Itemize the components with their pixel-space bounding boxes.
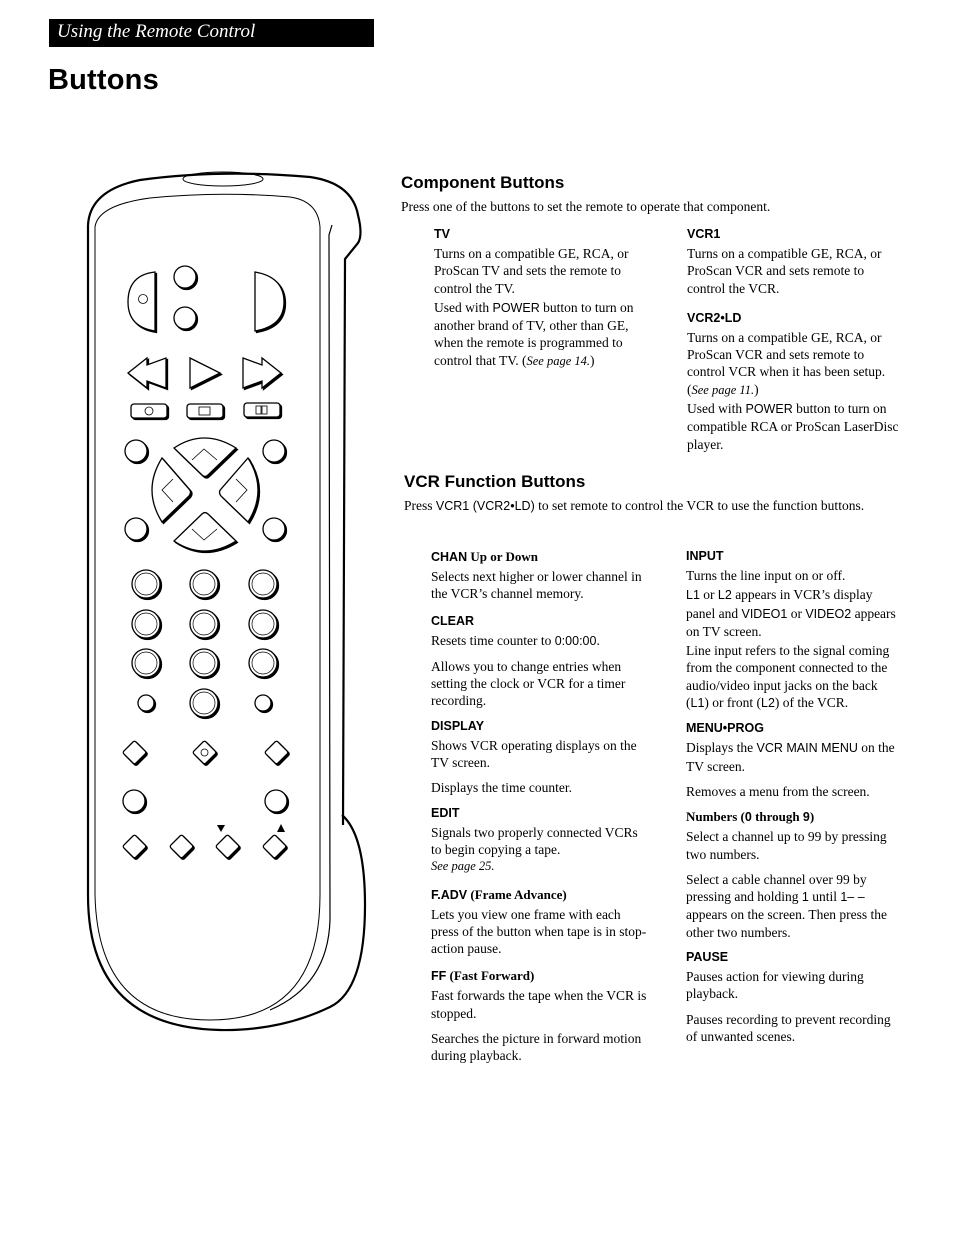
entry-text: Turns on a compatible GE, RCA, or ProSca… — [434, 246, 629, 296]
entry-chan: CHAN Up or Down Selects next higher or l… — [431, 548, 651, 603]
entry-text: Displays the VCR MAIN MENU on the TV scr… — [686, 740, 895, 774]
entry-label: EDIT — [431, 805, 460, 820]
entry-text: Select a cable channel over 99 by pressi… — [686, 871, 888, 940]
entry-label: MENU•PROG — [686, 721, 764, 736]
vcr-right-column: INPUT Turns the line input on or off. L1… — [686, 548, 901, 1053]
entry-text: Removes a menu from the screen. — [686, 783, 870, 799]
entry-edit: EDIT Signals two properly connected VCRs… — [431, 805, 651, 876]
record-icon — [130, 403, 168, 419]
channel-up-icon — [262, 834, 287, 859]
vcr2ld-button-icon — [173, 306, 197, 330]
channel-down-icon — [215, 834, 240, 859]
entry-text: Allows you to change entries when settin… — [431, 658, 626, 709]
entry-label: INPUT — [686, 549, 724, 563]
section-header-bar: Using the Remote Control — [49, 19, 374, 47]
page-title: Buttons — [48, 64, 159, 96]
entry-text: Searches the picture in forward motion d… — [431, 1031, 642, 1064]
power-button-icon — [254, 271, 285, 332]
component-right-column: VCR1 Turns on a compatible GE, RCA, or P… — [687, 226, 902, 461]
entry-text: Shows VCR operating displays on the TV s… — [431, 737, 637, 771]
component-buttons-heading: Component Buttons — [401, 173, 565, 192]
entry-tv: TV Turns on a compatible GE, RCA, or Pro… — [434, 226, 644, 370]
section-header: Using the Remote Control — [57, 21, 256, 42]
rewind-icon — [126, 356, 167, 390]
entry-label: TV — [434, 227, 450, 241]
entry-label: FF (Fast Forward) — [431, 968, 535, 984]
vcr-function-buttons-intro: Press VCR1 (VCR2•LD) to set remote to co… — [404, 498, 865, 513]
entry-label: Numbers (0 through 9) — [686, 809, 815, 825]
play-icon — [189, 356, 222, 390]
entry-label: DISPLAY — [431, 718, 485, 733]
entry-text: Used with POWER button to turn on anothe… — [434, 299, 634, 368]
entry-text: Resets time counter to 0:00:00. — [431, 632, 600, 648]
entry-fadv: F.ADV (Frame Advance) Lets you view one … — [431, 886, 651, 958]
entry-text: Lets you view one frame with each press … — [431, 906, 647, 957]
entry-label: PAUSE — [686, 950, 729, 965]
entry-pause: PAUSE Pauses action for viewing during p… — [686, 949, 901, 1045]
vcr-left-column: CHAN Up or Down Selects next higher or l… — [431, 548, 651, 1073]
entry-vcr1: VCR1 Turns on a compatible GE, RCA, or P… — [687, 226, 902, 297]
entry-text: L1 or L2 appears in VCR’s display panel … — [686, 587, 896, 639]
remote-control-illustration — [86, 171, 367, 1032]
fast-forward-icon — [242, 356, 283, 390]
directional-pad-icon — [151, 437, 259, 552]
entry-menu-prog: MENU•PROG Displays the VCR MAIN MENU on … — [686, 720, 901, 800]
vcr1-button-icon — [173, 265, 197, 289]
entry-text: Selects next higher or lower channel in … — [431, 569, 642, 602]
entry-reference: See page 25. — [431, 859, 495, 874]
entry-text: Pauses recording to prevent recording of… — [686, 1011, 891, 1044]
entry-label: F.ADV (Frame Advance) — [431, 886, 567, 902]
entry-text: Displays the time counter. — [431, 780, 572, 796]
stop-icon — [186, 403, 224, 419]
entry-numbers: Numbers (0 through 9) Select a channel u… — [686, 808, 901, 941]
entry-label: VCR2•LD — [687, 310, 742, 325]
entry-input: INPUT Turns the line input on or off. L1… — [686, 548, 901, 712]
number-keypad-icon — [131, 569, 278, 718]
entry-text: Line input refers to the signal coming f… — [686, 643, 890, 711]
entry-text: Turns on a compatible GE, RCA, or ProSca… — [687, 246, 882, 296]
entry-text: Turns the line input on or off. — [686, 568, 846, 583]
tv-button-icon — [127, 271, 156, 332]
entry-text: Turns on a compatible GE, RCA, or ProSca… — [687, 329, 886, 397]
entry-text: Fast forwards the tape when the VCR is s… — [431, 988, 647, 1021]
entry-text: Used with POWER button to turn on compat… — [687, 401, 899, 452]
entry-vcr2ld: VCR2•LD Turns on a compatible GE, RCA, o… — [687, 310, 902, 453]
component-left-column: TV Turns on a compatible GE, RCA, or Pro… — [434, 226, 644, 378]
entry-display: DISPLAY Shows VCR operating displays on … — [431, 718, 651, 797]
component-buttons-intro: Press one of the buttons to set the remo… — [401, 199, 771, 214]
entry-text: Signals two properly connected VCRs to b… — [431, 824, 638, 857]
entry-clear: CLEAR Resets time counter to 0:00:00. Al… — [431, 613, 651, 710]
entry-text: Pauses action for viewing during playbac… — [686, 969, 864, 1002]
entry-label: CLEAR — [431, 613, 475, 628]
entry-text: Select a channel up to 99 by pressing tw… — [686, 829, 887, 862]
entry-label: CHAN Up or Down — [431, 549, 539, 564]
entry-ff: FF (Fast Forward) Fast forwards the tape… — [431, 967, 651, 1064]
vcr-function-buttons-heading: VCR Function Buttons — [404, 472, 586, 491]
entry-label: VCR1 — [687, 227, 721, 241]
